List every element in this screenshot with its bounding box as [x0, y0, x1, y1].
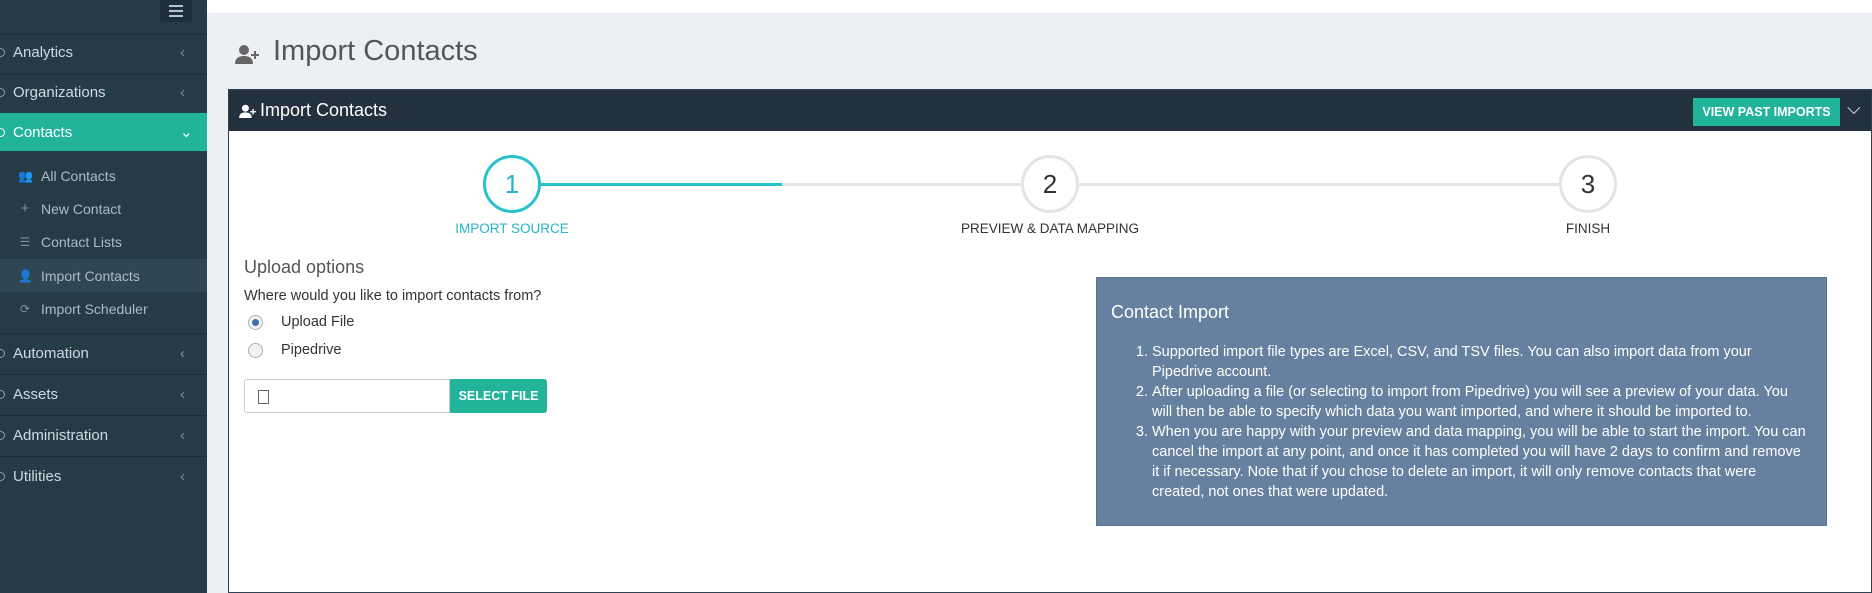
- chevron-down-icon[interactable]: ⌵: [1847, 98, 1861, 119]
- sidebar-item-organizations[interactable]: Organizations ‹: [0, 73, 207, 111]
- chevron-left-icon: ‹: [180, 467, 185, 485]
- chevron-left-icon: ‹: [180, 83, 185, 101]
- info-item: Supported import file types are Excel, C…: [1152, 342, 1812, 382]
- sidebar-item-utilities[interactable]: Utilities ‹: [0, 457, 207, 495]
- select-file-button[interactable]: SELECT FILE: [450, 379, 547, 413]
- chevron-left-icon: ‹: [180, 385, 185, 403]
- file-icon: [258, 390, 269, 404]
- user-plus-icon: [239, 104, 256, 118]
- top-bar: [207, 0, 1872, 13]
- step-2-circle: 2: [1021, 155, 1079, 213]
- user-plus-icon: [235, 45, 259, 64]
- upload-options-heading: Upload options: [244, 257, 365, 277]
- step-progress-line: [512, 183, 782, 186]
- admin-icon: [0, 430, 5, 440]
- list-icon: ☰: [19, 234, 31, 249]
- menu-toggle-icon[interactable]: [160, 0, 192, 22]
- sidebar-subitem-import-contacts[interactable]: 👤 Import Contacts: [0, 259, 207, 292]
- refresh-icon: ⟳: [19, 301, 31, 316]
- info-list: Supported import file types are Excel, C…: [1122, 342, 1812, 502]
- automation-icon: [0, 348, 5, 358]
- users-icon: 👥: [18, 168, 33, 183]
- sidebar-subitem-all-contacts[interactable]: 👥 All Contacts: [0, 159, 207, 192]
- sidebar-item-administration[interactable]: Administration ‹: [0, 416, 207, 454]
- sidebar-item-assets[interactable]: Assets ‹: [0, 375, 207, 413]
- info-title: Contact Import: [1111, 302, 1230, 322]
- chevron-left-icon: ‹: [180, 344, 185, 362]
- sidebar: Analytics ‹ Organizations ‹ Contacts ⌄ 👥…: [0, 0, 207, 593]
- analytics-icon: [0, 47, 5, 57]
- info-item: After uploading a file (or selecting to …: [1152, 382, 1812, 422]
- sidebar-item-automation[interactable]: Automation ‹: [0, 334, 207, 372]
- step-3-label: FINISH: [1565, 221, 1611, 236]
- sidebar-subitem-import-scheduler[interactable]: ⟳ Import Scheduler: [0, 292, 207, 325]
- sidebar-item-analytics[interactable]: Analytics ‹: [0, 33, 207, 71]
- radio-pipedrive[interactable]: [248, 343, 263, 358]
- sidebar-subitem-contact-lists[interactable]: ☰ Contact Lists: [0, 225, 207, 258]
- step-3-circle: 3: [1559, 155, 1617, 213]
- chevron-left-icon: ‹: [180, 43, 185, 61]
- view-past-imports-button[interactable]: VIEW PAST IMPORTS: [1693, 98, 1840, 126]
- assets-icon: [0, 389, 5, 399]
- utilities-icon: [0, 471, 5, 481]
- user-icon: [0, 127, 5, 137]
- step-track-line: [782, 183, 1595, 186]
- radio-upload-file[interactable]: [248, 315, 263, 330]
- contact-import-info: Contact Import Supported import file typ…: [1096, 277, 1827, 526]
- file-path-input[interactable]: [244, 379, 450, 413]
- panel-header: Import Contacts VIEW PAST IMPORTS ⌵: [229, 90, 1871, 131]
- sidebar-subitem-new-contact[interactable]: + New Contact: [0, 192, 207, 225]
- step-2-label: PREVIEW & DATA MAPPING: [960, 221, 1140, 236]
- building-icon: [0, 87, 5, 97]
- chevron-left-icon: ‹: [180, 426, 185, 444]
- plus-icon: +: [20, 200, 30, 217]
- page-title: Import Contacts: [273, 35, 478, 67]
- info-item: When you are happy with your preview and…: [1152, 422, 1812, 502]
- step-1-label: IMPORT SOURCE: [455, 221, 569, 236]
- radio-pipedrive-label[interactable]: Pipedrive: [281, 342, 341, 358]
- sidebar-top: [0, 0, 207, 30]
- upload-question: Where would you like to import contacts …: [244, 288, 542, 304]
- user-plus-icon: 👤: [18, 268, 33, 283]
- step-1-circle: 1: [483, 155, 541, 213]
- panel-title: Import Contacts: [260, 100, 388, 120]
- chevron-down-icon: ⌄: [180, 124, 193, 141]
- sidebar-item-contacts[interactable]: Contacts ⌄: [0, 113, 207, 151]
- radio-upload-file-label[interactable]: Upload File: [281, 314, 354, 330]
